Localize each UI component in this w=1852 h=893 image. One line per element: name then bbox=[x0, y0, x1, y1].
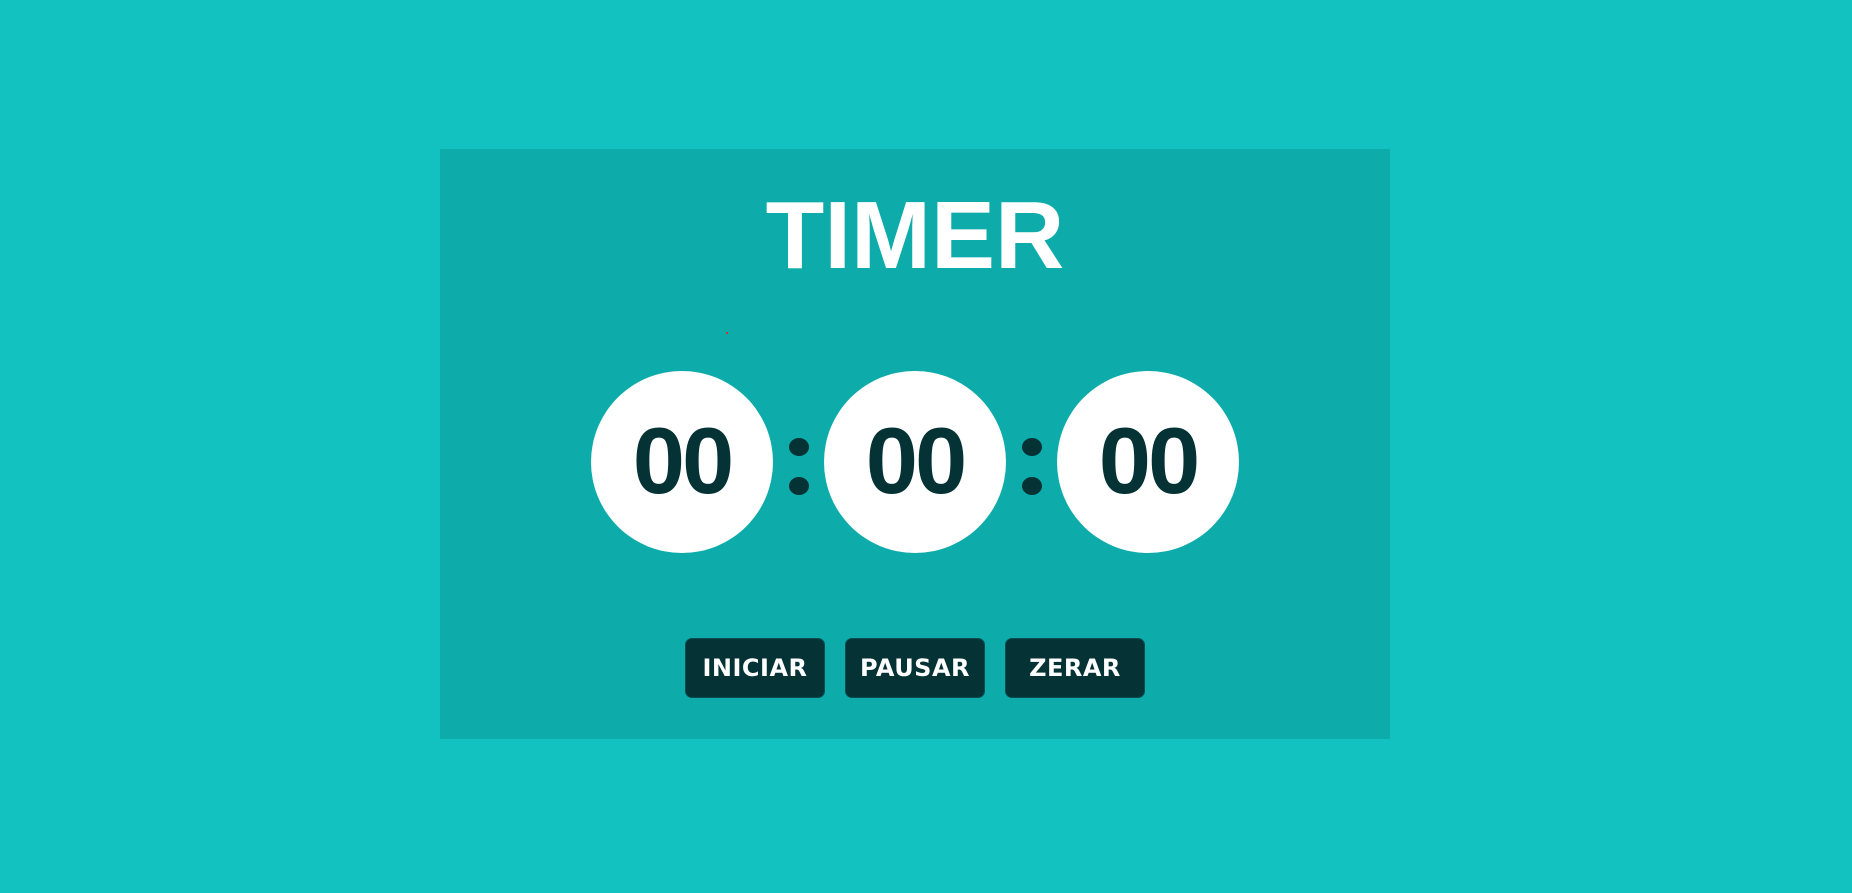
start-button[interactable]: INICIAR bbox=[685, 638, 825, 698]
pause-button[interactable]: PAUSAR bbox=[845, 638, 985, 698]
hours-value: 00 bbox=[632, 408, 735, 513]
separator-dot bbox=[789, 477, 809, 495]
page-title: TIMER bbox=[765, 182, 1065, 289]
minutes-display: 00 bbox=[824, 371, 1006, 553]
stray-dot bbox=[726, 332, 728, 334]
separator-dot bbox=[1022, 438, 1042, 456]
separator-dot bbox=[1022, 477, 1042, 495]
separator-dot bbox=[789, 438, 809, 456]
hours-display: 00 bbox=[591, 371, 773, 553]
seconds-display: 00 bbox=[1057, 371, 1239, 553]
colon-separator-2 bbox=[1021, 438, 1043, 498]
reset-button[interactable]: ZERAR bbox=[1005, 638, 1145, 698]
seconds-value: 00 bbox=[1098, 408, 1201, 513]
colon-separator-1 bbox=[788, 438, 810, 498]
minutes-value: 00 bbox=[865, 408, 968, 513]
